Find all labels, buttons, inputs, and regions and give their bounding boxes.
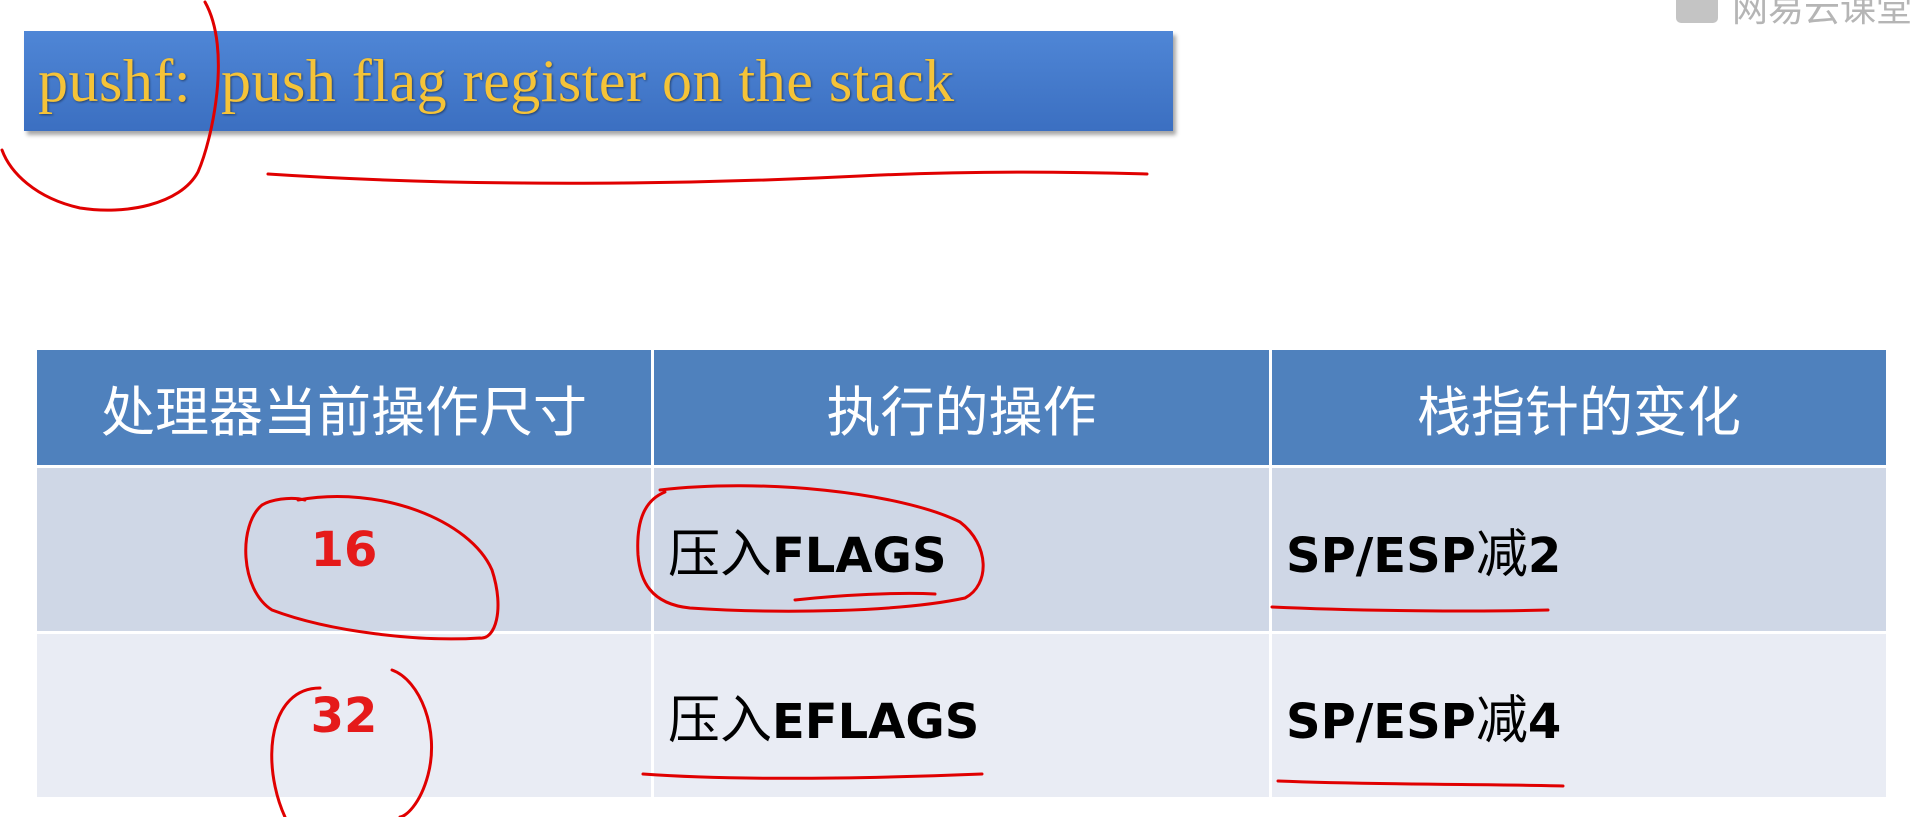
operation-cell: 压入EFLAGS [651,631,1272,800]
title-command: pushf: [38,47,191,114]
table-row: 32 压入EFLAGS SP/ESP减4 [34,631,1889,800]
operations-table: 处理器当前操作尺寸 执行的操作 栈指针的变化 16 压入FLAGS SP/ESP… [34,347,1889,800]
operation-size-cell: 32 [34,631,654,800]
stack-pointer-register: SP/ESP [1286,528,1476,584]
operation-register: EFLAGS [772,694,980,750]
title-description: push flag register on the stack [221,47,955,114]
title-bar: pushf: push flag register on the stack [24,31,1173,131]
header-stack-pointer-change: 栈指针的变化 [1269,347,1889,468]
operation-verb: 压入 [668,525,773,585]
stack-pointer-amount: 2 [1527,528,1562,584]
watermark-text: 网易云课堂 [1732,0,1913,30]
stack-pointer-amount: 4 [1527,694,1562,750]
underline-title [266,170,1149,185]
slide: 网易云课堂 pushf: push flag register on the st… [0,0,1920,817]
header-operation: 执行的操作 [651,347,1272,468]
stack-pointer-cell: SP/ESP减4 [1269,631,1889,800]
operation-verb: 压入 [668,691,773,751]
operation-register: FLAGS [772,528,947,584]
slide-title: pushf: push flag register on the stack [38,47,955,116]
watermark: 网易云课堂 [1676,0,1912,30]
header-operation-size: 处理器当前操作尺寸 [34,347,654,468]
operation-cell: 压入FLAGS [651,465,1272,634]
stack-pointer-cell: SP/ESP减2 [1269,465,1889,634]
table-row: 16 压入FLAGS SP/ESP减2 [34,465,1889,634]
classroom-logo-icon [1676,0,1718,23]
stack-pointer-register: SP/ESP [1286,694,1476,750]
stack-pointer-verb: 减 [1475,525,1528,585]
table-header-row: 处理器当前操作尺寸 执行的操作 栈指针的变化 [34,347,1889,468]
operation-size-cell: 16 [34,465,654,634]
stack-pointer-verb: 减 [1475,691,1528,751]
